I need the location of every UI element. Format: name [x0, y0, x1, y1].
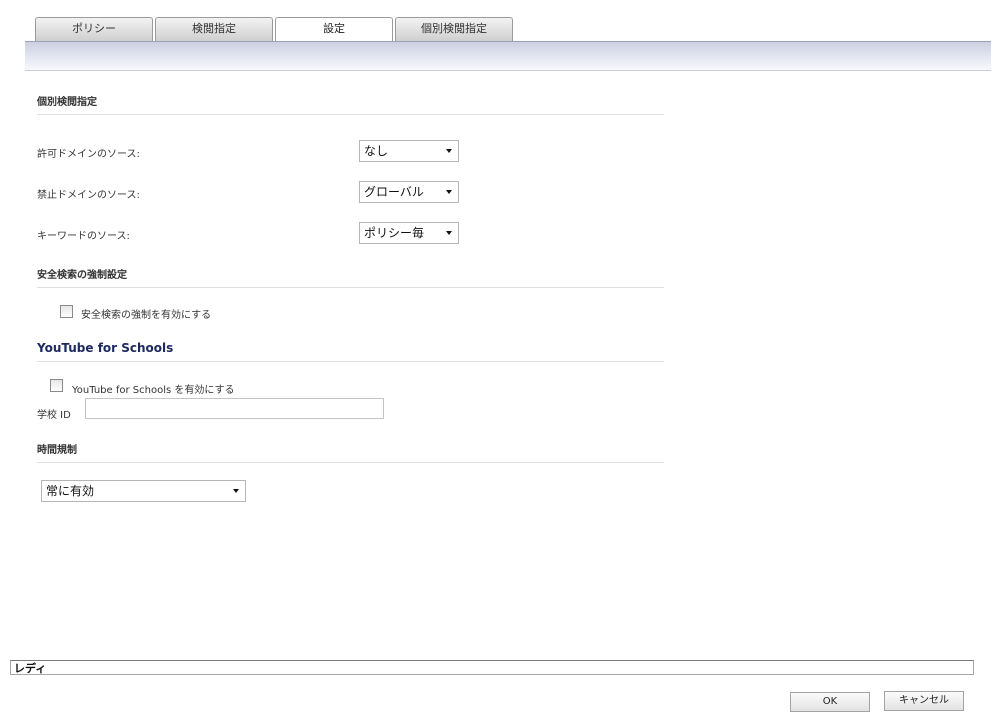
status-text: レディ	[14, 662, 47, 675]
chevron-down-icon	[233, 489, 239, 493]
cancel-button[interactable]: キャンセル	[884, 691, 964, 711]
keyword-source-value: ポリシー毎	[364, 226, 425, 240]
allowed-domain-source-label: 許可ドメインのソース:	[37, 149, 140, 160]
safesearch-checkbox-label: 安全検索の強制を有効にする	[81, 310, 212, 321]
allowed-domain-source-select[interactable]: なし	[359, 140, 459, 162]
section-title-safesearch: 安全検索の強制設定	[37, 266, 664, 288]
keyword-source-select[interactable]: ポリシー毎	[359, 222, 459, 244]
safesearch-checkbox[interactable]	[60, 305, 73, 318]
status-bar: レディ	[10, 660, 974, 675]
tab-bar: ポリシー 検閲指定 設定 個別検閲指定	[35, 17, 513, 42]
forbidden-domain-source-value: グローバル	[364, 185, 424, 199]
forbidden-domain-source-label: 禁止ドメインのソース:	[37, 190, 140, 201]
forbidden-domain-source-select[interactable]: グローバル	[359, 181, 459, 203]
settings-page: ポリシー 検閲指定 設定 個別検閲指定 個別検閲指定 許可ドメインのソース: な…	[0, 0, 1007, 723]
school-id-input[interactable]	[85, 398, 384, 419]
keyword-source-label: キーワードのソース:	[37, 231, 130, 242]
chevron-down-icon	[446, 190, 452, 194]
section-title-custom: 個別検閲指定	[37, 93, 664, 115]
school-id-label: 学校 ID	[37, 410, 71, 421]
allowed-domain-source-value: なし	[364, 144, 389, 158]
section-title-time: 時間規制	[37, 441, 664, 463]
tab-custom-censorship[interactable]: 個別検閲指定	[395, 17, 513, 41]
time-restriction-select[interactable]: 常に有効	[41, 480, 246, 502]
youtube-checkbox[interactable]	[50, 379, 63, 392]
time-restriction-value: 常に有効	[46, 484, 95, 498]
chevron-down-icon	[446, 231, 452, 235]
tab-censorship[interactable]: 検閲指定	[155, 17, 273, 41]
ok-button[interactable]: OK	[790, 692, 870, 712]
tab-policy[interactable]: ポリシー	[35, 17, 153, 41]
chevron-down-icon	[446, 149, 452, 153]
youtube-checkbox-label: YouTube for Schools を有効にする	[72, 385, 235, 396]
tab-content-band	[25, 41, 991, 71]
section-title-youtube: YouTube for Schools	[37, 341, 664, 362]
tab-settings[interactable]: 設定	[275, 17, 393, 42]
